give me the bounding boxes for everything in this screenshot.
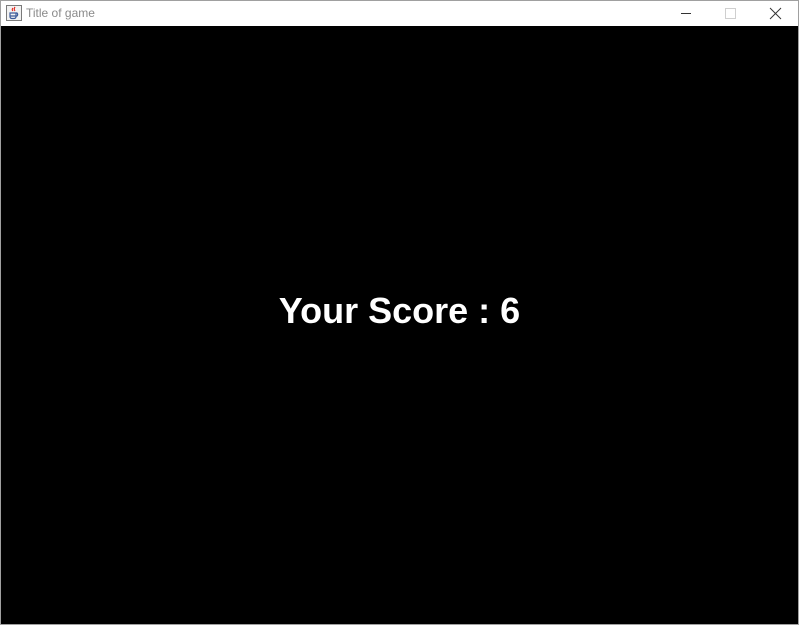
game-window: Title of game Your Score : 6 [0,0,799,625]
minimize-button[interactable] [663,1,708,26]
minimize-icon [681,13,691,14]
title-bar[interactable]: Title of game [1,1,798,26]
game-canvas[interactable]: Your Score : 6 [1,26,798,624]
close-icon [769,7,782,20]
maximize-button[interactable] [708,1,753,26]
maximize-icon [725,8,736,19]
close-button[interactable] [753,1,798,26]
window-title: Title of game [26,6,95,20]
score-display: Your Score : 6 [278,290,521,331]
java-icon[interactable] [6,5,22,21]
